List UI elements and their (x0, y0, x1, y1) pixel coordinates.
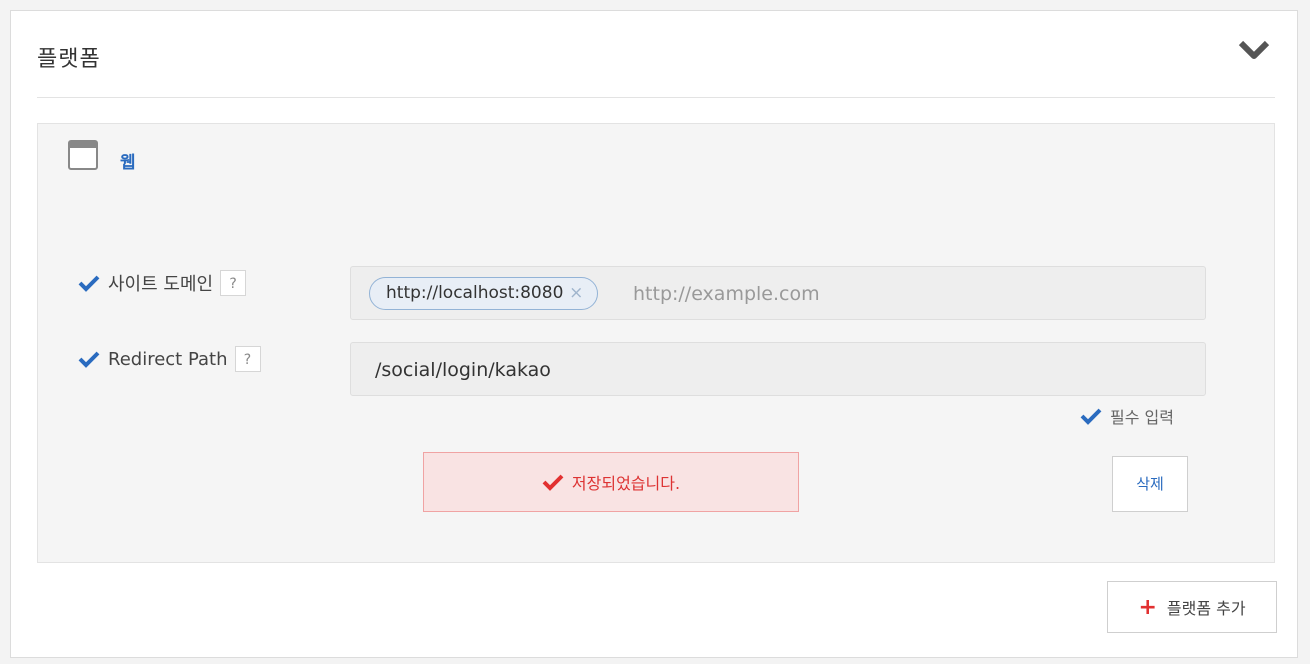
site-domain-label-row: 사이트 도메인 ? (78, 270, 247, 296)
saved-alert: 저장되었습니다. (423, 452, 799, 512)
chevron-down-icon[interactable] (1237, 37, 1271, 63)
redirect-path-label: Redirect Path (108, 348, 228, 370)
site-domain-input[interactable]: http://localhost:8080 × http://example.c… (350, 266, 1206, 320)
domain-tag-text: http://localhost:8080 (386, 283, 564, 303)
domain-tag: http://localhost:8080 × (369, 277, 599, 310)
site-domain-placeholder: http://example.com (633, 283, 820, 305)
web-platform-panel: 웹 사이트 도메인 ? http://localhost:8080 × http… (37, 123, 1275, 563)
site-domain-label: 사이트 도메인 (108, 274, 214, 295)
delete-button[interactable]: 삭제 (1112, 456, 1188, 512)
plus-icon: + (1138, 594, 1157, 620)
add-platform-label: 플랫폼 추가 (1166, 599, 1246, 618)
platform-card: 플랫폼 웹 사이트 도메인 ? http://localhost:8080 × … (10, 10, 1298, 658)
check-icon (1080, 408, 1102, 425)
required-note: 필수 입력 (1080, 404, 1174, 428)
redirect-path-label-row: Redirect Path ? (78, 346, 261, 372)
required-note-text: 필수 입력 (1110, 408, 1174, 427)
browser-window-icon (68, 140, 98, 170)
add-platform-button[interactable]: + 플랫폼 추가 (1107, 581, 1277, 633)
check-icon (78, 275, 100, 292)
tag-remove-icon[interactable]: × (569, 278, 583, 309)
redirect-path-input[interactable]: /social/login/kakao (350, 342, 1206, 396)
section-title: 플랫폼 (37, 47, 101, 72)
platform-type-label: 웹 (120, 153, 136, 173)
redirect-path-help-icon[interactable]: ? (234, 346, 261, 372)
redirect-path-value: /social/login/kakao (375, 359, 551, 381)
card-header: 플랫폼 (37, 11, 1275, 98)
saved-alert-text: 저장되었습니다. (571, 474, 681, 493)
site-domain-help-icon[interactable]: ? (220, 270, 247, 296)
check-icon (542, 474, 564, 491)
check-icon (78, 351, 100, 368)
